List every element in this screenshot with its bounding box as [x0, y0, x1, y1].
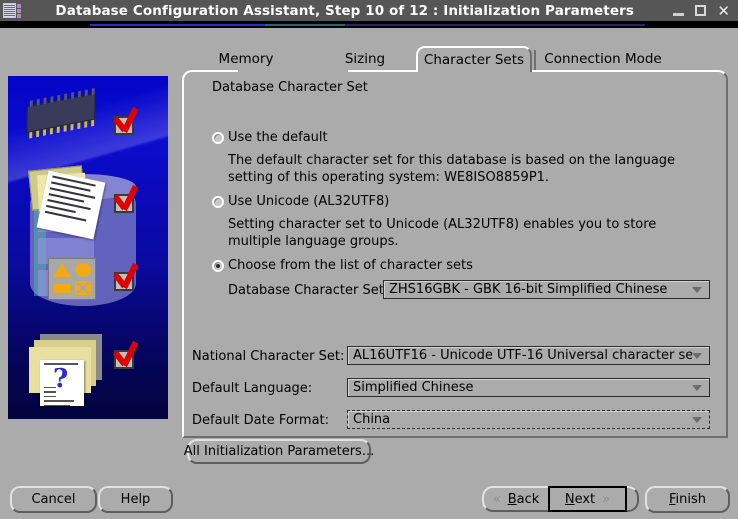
rectangle-icon: [52, 283, 71, 293]
section-title: Database Character Set: [212, 80, 368, 95]
radio-button-icon: [212, 196, 224, 208]
close-icon[interactable]: ✕: [717, 3, 730, 18]
back-rest: ack: [516, 491, 540, 507]
default-date-format-label: Default Date Format:: [192, 413, 330, 428]
chevron-down-icon: [692, 416, 702, 423]
document-icon: [36, 170, 106, 240]
chevron-down-icon: [692, 384, 702, 391]
nav-group-end-cap: [627, 486, 639, 512]
national-character-set-label: National Character Set:: [192, 349, 345, 364]
title-bar: Database Configuration Assistant, Step 1…: [0, 0, 738, 21]
character-sets-panel: Database Character Set Use the default T…: [182, 70, 728, 438]
radio-use-unicode[interactable]: Use Unicode (AL32UTF8): [212, 194, 389, 209]
radio-use-default[interactable]: Use the default: [212, 130, 328, 145]
minimize-icon[interactable]: [673, 12, 685, 16]
checkmark-icon: [112, 340, 142, 370]
cross-box-icon: [74, 281, 91, 295]
default-date-format-value: China: [353, 412, 391, 427]
shapes-panel: [48, 258, 96, 300]
question-document: ?: [40, 360, 84, 406]
window-title: Database Configuration Assistant, Step 1…: [55, 2, 634, 19]
checkmark-icon: [112, 106, 142, 136]
next-rest: ext: [574, 491, 596, 507]
documents-stack: ?: [26, 334, 102, 406]
back-label: Back: [507, 491, 540, 507]
finish-label: Finish: [668, 492, 707, 507]
default-date-format-select[interactable]: China: [347, 410, 710, 429]
triangle-icon: [52, 263, 71, 277]
chevron-right-icon: »: [602, 491, 611, 507]
default-language-label: Default Language:: [192, 381, 313, 396]
window-menu-icon[interactable]: [3, 3, 16, 18]
chip-pins-top: [29, 88, 95, 107]
radio-button-icon: [212, 132, 224, 144]
radio-label: Use the default: [228, 130, 328, 145]
tab-connection-mode[interactable]: Connection Mode: [540, 46, 666, 72]
radio-choose-from-list[interactable]: Choose from the list of character sets: [212, 258, 473, 273]
checkmark-icon: [112, 262, 142, 292]
help-button[interactable]: Help: [98, 486, 173, 513]
finish-button[interactable]: Finish: [645, 486, 730, 513]
maximize-icon[interactable]: [695, 5, 707, 16]
database-character-set-select[interactable]: ZHS16GBK - GBK 16-bit Simplified Chinese: [383, 280, 710, 299]
database-character-set-value: ZHS16GBK - GBK 16-bit Simplified Chinese: [389, 282, 668, 297]
chip-icon: [26, 88, 96, 139]
next-button[interactable]: Next »: [548, 486, 627, 512]
accent-line-blue: [90, 24, 265, 26]
next-label: Next: [564, 491, 596, 507]
use-unicode-description: Setting character set to Unicode (AL32UT…: [228, 217, 657, 249]
chevron-left-icon: «: [492, 491, 501, 507]
checkmark-icon: [112, 184, 142, 214]
tab-character-sets[interactable]: Character Sets: [416, 46, 532, 72]
accent-line-navy: [345, 24, 645, 26]
use-default-description: The default character set for this datab…: [228, 153, 676, 185]
database-character-set-label: Database Character Set:: [228, 283, 389, 298]
dbca-illustration: ?: [8, 76, 168, 419]
chevron-down-icon: [692, 352, 702, 359]
radio-label: Choose from the list of character sets: [228, 258, 473, 273]
cancel-button[interactable]: Cancel: [10, 486, 97, 513]
tab-panel-join: [238, 69, 348, 73]
question-mark-icon: ?: [53, 364, 69, 394]
default-language-value: Simplified Chinese: [353, 380, 474, 395]
window-controls: ✕: [673, 3, 730, 18]
tab-separator: [534, 50, 536, 70]
all-initialization-parameters-button[interactable]: All Initialization Parameters...: [184, 439, 374, 464]
finish-rest: inish: [675, 492, 707, 507]
navigation-button-group: « Back Next »: [482, 486, 639, 512]
chevron-down-icon: [692, 286, 702, 293]
radio-button-icon: [212, 260, 224, 272]
back-button[interactable]: « Back: [482, 486, 548, 512]
default-language-select[interactable]: Simplified Chinese: [347, 378, 710, 397]
national-character-set-select[interactable]: AL16UTF16 - Unicode UTF-16 Universal cha…: [347, 346, 710, 365]
circle-icon: [74, 263, 91, 277]
national-character-set-value: AL16UTF16 - Unicode UTF-16 Universal cha…: [353, 348, 692, 363]
dbca-window: Database Configuration Assistant, Step 1…: [0, 0, 738, 519]
accent-line-teal: [265, 24, 345, 26]
radio-label: Use Unicode (AL32UTF8): [228, 194, 390, 209]
